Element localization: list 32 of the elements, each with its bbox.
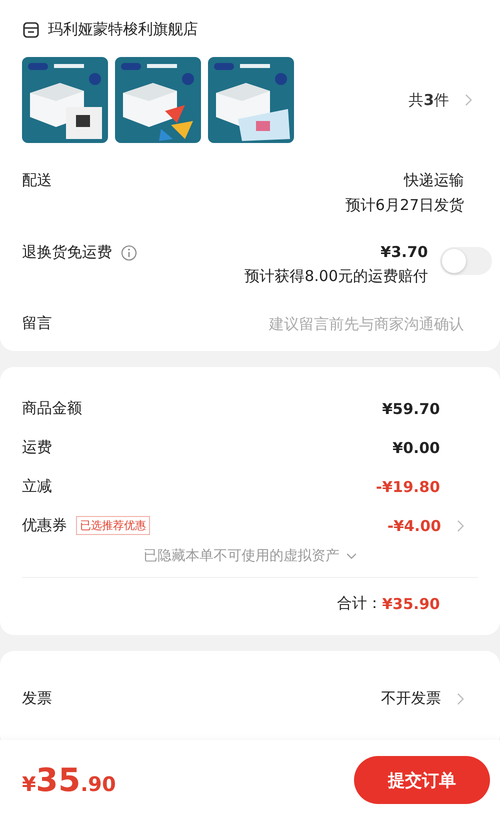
return-insurance-label: 退换货免运费 xyxy=(22,243,112,262)
order-price: ¥35.90 xyxy=(22,761,116,799)
submit-order-button[interactable]: 提交订单 xyxy=(354,756,490,804)
summary-value: ¥0.00 xyxy=(392,438,440,456)
delivery-estimate: 预计6月27日发货 xyxy=(345,196,464,215)
item-count[interactable]: 共3件 xyxy=(408,90,449,110)
message-field[interactable]: 建议留言前先与商家沟通确认 xyxy=(204,314,478,332)
summary-label: 商品金额 xyxy=(22,399,82,418)
insurance-price: ¥3.70 xyxy=(380,243,428,261)
invoice-label: 发票 xyxy=(22,689,52,708)
summary-value: ¥59.70 xyxy=(382,400,440,418)
total-value: ¥35.90 xyxy=(382,594,440,612)
invoice-value[interactable]: 不开发票 xyxy=(381,689,441,708)
summary-value: -¥19.80 xyxy=(376,478,440,496)
delivery-label: 配送 xyxy=(22,171,52,190)
toggle-switch[interactable] xyxy=(440,247,492,275)
total-label: 合计： xyxy=(337,594,382,613)
coupon-tag: 已选推荐优惠 xyxy=(76,516,150,535)
summary-label: 优惠券 xyxy=(22,516,67,535)
summary-label: 立减 xyxy=(22,477,52,496)
chevron-down-icon[interactable] xyxy=(346,552,356,560)
chevron-right-icon[interactable] xyxy=(457,692,464,704)
chevron-right-icon[interactable] xyxy=(457,520,464,532)
store-icon xyxy=(22,20,40,38)
summary-value: -¥4.00 xyxy=(387,516,441,534)
summary-label: 运费 xyxy=(22,438,52,457)
message-label: 留言 xyxy=(22,314,52,333)
store-name[interactable]: 玛利娅蒙特梭利旗舰店 xyxy=(48,20,198,39)
insurance-note: 预计获得8.00元的运费赔付 xyxy=(244,267,428,286)
delivery-method: 快递运输 xyxy=(404,171,464,190)
chevron-right-icon[interactable] xyxy=(465,94,472,106)
info-icon[interactable] xyxy=(121,244,137,260)
